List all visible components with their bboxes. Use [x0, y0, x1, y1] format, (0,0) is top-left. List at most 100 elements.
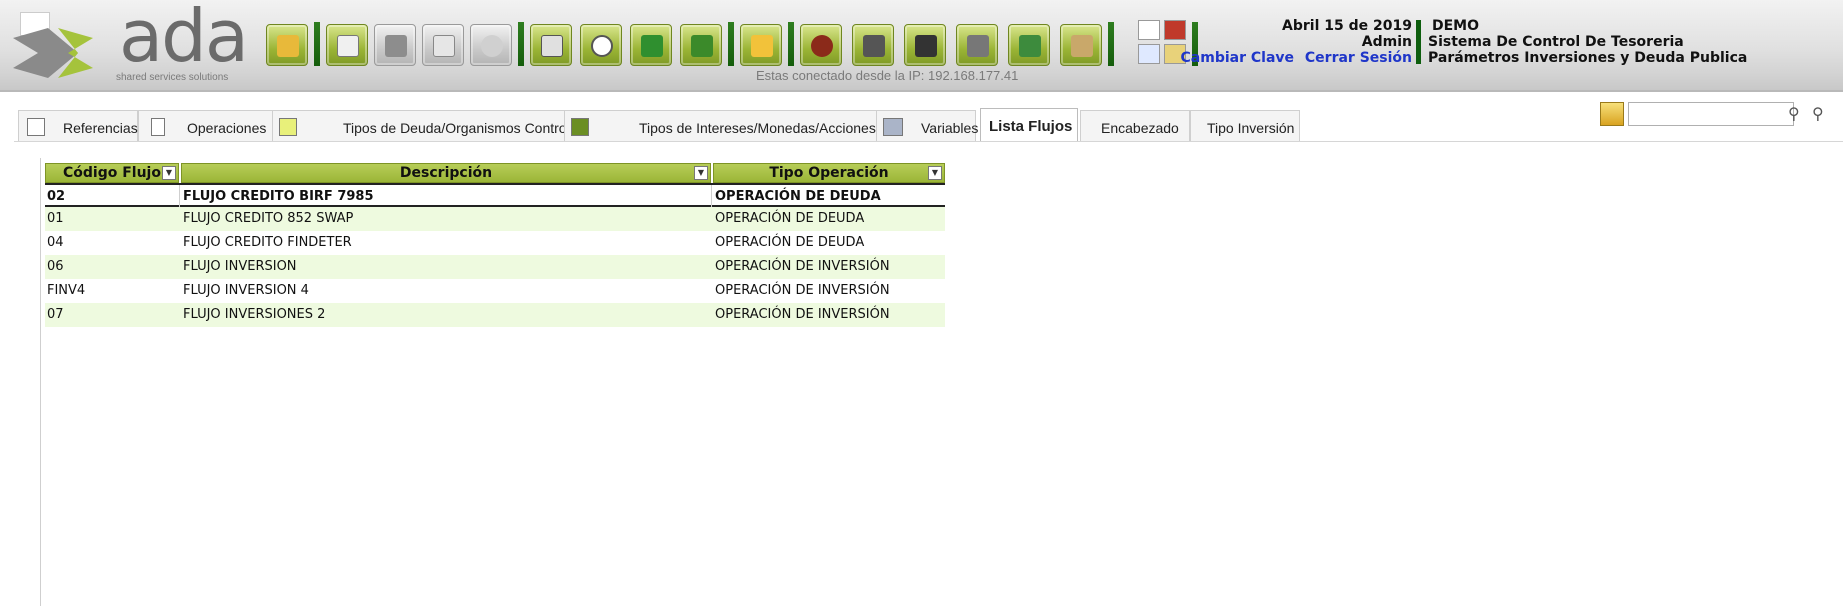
tab-label: Variables	[921, 120, 979, 136]
grid-panel: Código Flujo ▼ Descripción ▼ Tipo Operac…	[40, 158, 1843, 606]
cell-type[interactable]: OPERACIÓN DE DEUDA	[713, 231, 945, 255]
tab-label: Tipos de Intereses/Monedas/Acciones	[639, 120, 876, 136]
undo-icon[interactable]	[470, 24, 512, 66]
note-icon	[279, 118, 297, 136]
cell-type[interactable]: OPERACIÓN DE DEUDA	[713, 207, 945, 231]
cell-code[interactable]: 04	[45, 231, 179, 255]
cart-icon[interactable]	[956, 24, 998, 66]
variables-icon	[883, 118, 903, 136]
lock-icon[interactable]	[740, 24, 782, 66]
tab-variables[interactable]: Variables	[876, 110, 979, 142]
cell-type[interactable]: OPERACIÓN DE INVERSIÓN	[713, 279, 945, 303]
system-name: Sistema De Control De Tesoreria	[1428, 34, 1684, 50]
cell-description[interactable]: FLUJO CREDITO FINDETER	[181, 231, 711, 255]
clapper-icon	[571, 118, 589, 136]
table-row[interactable]: 01 FLUJO CREDITO 852 SWAP OPERACIÓN DE D…	[45, 207, 945, 231]
company-name: DEMO	[1432, 18, 1480, 34]
tab-label: Lista Flujos	[989, 118, 1073, 135]
cell-code[interactable]: 07	[45, 303, 179, 327]
tab-label: Tipos de Deuda/Organismos Control	[343, 120, 570, 136]
cell-type[interactable]: OPERACIÓN DE INVERSIÓN	[713, 303, 945, 327]
change-password-link[interactable]: Cambiar Clave	[1181, 50, 1295, 66]
cell-description[interactable]: FLUJO INVERSIONES 2	[181, 303, 711, 327]
table-row[interactable]: FINV4 FLUJO INVERSION 4 OPERACIÓN DE INV…	[45, 279, 945, 303]
column-label: Tipo Operación	[769, 165, 889, 181]
ada-logo: ada shared services solutions	[4, 0, 249, 84]
table-row[interactable]: 02 FLUJO CREDITO BIRF 7985 OPERACIÓN DE …	[45, 183, 945, 209]
tab-lista-flujos[interactable]: Lista Flujos	[980, 108, 1078, 142]
cell-type[interactable]: OPERACIÓN DE INVERSIÓN	[713, 255, 945, 279]
export-excel-icon[interactable]	[630, 24, 672, 66]
filter-dropdown-icon[interactable]: ▼	[162, 166, 176, 180]
tab-referencias[interactable]: Referencias	[18, 110, 138, 142]
table-row[interactable]: 04 FLUJO CREDITO FINDETER OPERACIÓN DE D…	[45, 231, 945, 255]
column-codigo-flujo[interactable]: Código Flujo ▼	[45, 163, 179, 183]
import-icon[interactable]	[680, 24, 722, 66]
logo-mark-icon	[13, 28, 93, 78]
toolbar-separator	[728, 22, 734, 66]
tab-label: Referencias	[63, 120, 138, 136]
tab-label: Tipo Inversión	[1207, 120, 1295, 136]
cell-description[interactable]: FLUJO CREDITO 852 SWAP	[181, 207, 711, 231]
delete-icon[interactable]	[422, 24, 464, 66]
toolbar-separator	[314, 22, 320, 66]
cell-description[interactable]: FLUJO INVERSION	[181, 255, 711, 279]
toolbar-separator	[788, 22, 794, 66]
tab-label: Encabezado	[1101, 120, 1179, 136]
cell-type[interactable]: OPERACIÓN DE DEUDA	[713, 185, 945, 209]
folder-open-icon[interactable]	[266, 24, 308, 66]
tab-tipos-deuda[interactable]: Tipos de Deuda/Organismos Control	[272, 110, 582, 142]
table-row[interactable]: 07 FLUJO INVERSIONES 2 OPERACIÓN DE INVE…	[45, 303, 945, 327]
money-bag-icon[interactable]	[800, 24, 842, 66]
filter-dropdown-icon[interactable]: ▼	[928, 166, 942, 180]
save-icon[interactable]	[374, 24, 416, 66]
advanced-search-icon[interactable]: ⚲	[1812, 104, 1824, 123]
cell-code[interactable]: 06	[45, 255, 179, 279]
magnifier-icon[interactable]: ⚲	[1788, 104, 1800, 123]
cell-code[interactable]: FINV4	[45, 279, 179, 303]
new-document-icon[interactable]	[326, 24, 368, 66]
search-icon[interactable]	[580, 24, 622, 66]
filter-dropdown-icon[interactable]: ▼	[694, 166, 708, 180]
user-info: Abril 15 de 2019 Admin Cambiar Clave Cer…	[1180, 18, 1412, 66]
column-descripcion[interactable]: Descripción ▼	[181, 163, 711, 183]
current-date: Abril 15 de 2019	[1282, 18, 1412, 34]
logout-link[interactable]: Cerrar Sesión	[1305, 50, 1412, 66]
cell-code[interactable]: 01	[45, 207, 179, 231]
app-header: ada shared services solutions Estas cone…	[0, 0, 1843, 92]
module-name: Parámetros Inversiones y Deuda Publica	[1428, 50, 1748, 66]
users-icon[interactable]	[1060, 24, 1102, 66]
ip-connection-text: Estas conectado desde la IP: 192.168.177…	[756, 68, 1019, 83]
tab-encabezado[interactable]: Encabezado	[1080, 110, 1190, 142]
list-view-icon[interactable]	[1138, 20, 1160, 40]
search-filter-icon[interactable]	[1600, 102, 1624, 126]
logo-tagline: shared services solutions	[116, 72, 229, 83]
approve-icon[interactable]	[1008, 24, 1050, 66]
info-separator	[1416, 20, 1421, 64]
tab-tipo-inversion[interactable]: Tipo Inversión	[1190, 110, 1300, 142]
column-tipo-operacion[interactable]: Tipo Operación ▼	[713, 163, 945, 183]
grid-icon[interactable]	[904, 24, 946, 66]
camera-icon[interactable]	[852, 24, 894, 66]
column-label: Descripción	[399, 165, 493, 181]
cell-code[interactable]: 02	[45, 185, 179, 209]
user-name: Admin	[1361, 34, 1412, 50]
table-row[interactable]: 06 FLUJO INVERSION OPERACIÓN DE INVERSIÓ…	[45, 255, 945, 279]
document-icon	[151, 118, 165, 136]
search-box: ⚲ ⚲	[1600, 102, 1840, 128]
grid-header: Código Flujo ▼ Descripción ▼ Tipo Operac…	[45, 163, 945, 183]
tab-tipos-intereses[interactable]: Tipos de Intereses/Monedas/Acciones	[564, 110, 894, 142]
system-info: DEMO Sistema De Control De Tesoreria Par…	[1428, 18, 1747, 66]
tab-label: Operaciones	[187, 120, 267, 136]
windows-icon[interactable]	[1138, 44, 1160, 64]
cell-description[interactable]: FLUJO INVERSION 4	[181, 279, 711, 303]
cell-description[interactable]: FLUJO CREDITO BIRF 7985	[181, 185, 711, 209]
column-label: Código Flujo	[63, 165, 161, 181]
print-icon[interactable]	[530, 24, 572, 66]
search-input[interactable]	[1628, 102, 1794, 126]
tab-divider	[14, 141, 1843, 142]
logo-text: ada	[119, 0, 249, 78]
tab-operaciones[interactable]: Operaciones	[138, 110, 292, 142]
toolbar-separator	[518, 22, 524, 66]
list-icon	[27, 118, 45, 136]
